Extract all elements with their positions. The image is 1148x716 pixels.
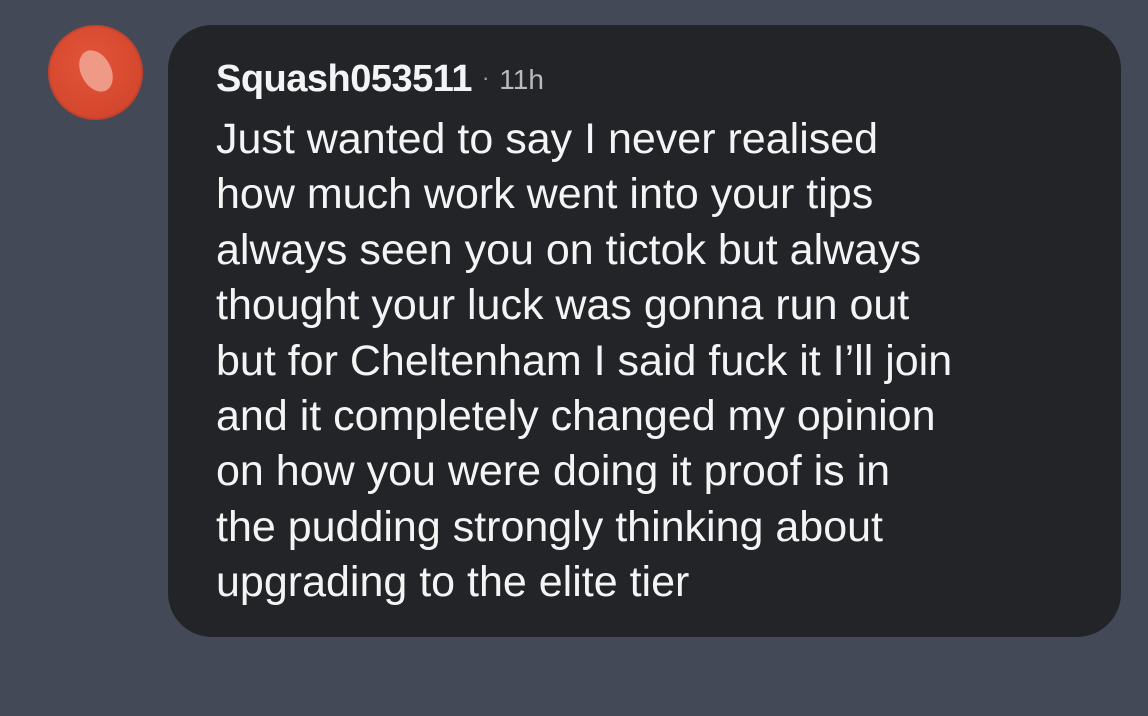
- comment-line: thought your luck was gonna run out: [216, 281, 910, 330]
- comment-line: and it completely changed my opinion: [216, 392, 936, 441]
- timestamp: 11h: [499, 64, 544, 95]
- username[interactable]: Squash053511: [216, 58, 472, 101]
- comment-line: on how you were doing it proof is in: [216, 447, 891, 496]
- comment-text: Just wanted to say I never realised how …: [216, 112, 1081, 611]
- user-avatar-icon[interactable]: [48, 25, 143, 120]
- avatar-mark: [72, 44, 120, 98]
- comment-line: the pudding strongly thinking about: [216, 502, 883, 551]
- comment-line: upgrading to the elite tier: [216, 558, 690, 607]
- comment-line: how much work went into your tips: [216, 170, 874, 219]
- comment-line: but for Cheltenham I said fuck it I’ll j…: [216, 336, 953, 385]
- comment-line: always seen you on tictok but always: [216, 225, 922, 274]
- meta-separator: ·: [481, 65, 490, 90]
- comment-line: Just wanted to say I never realised: [216, 115, 879, 163]
- comment-bubble: Squash053511 · 11h Just wanted to say I …: [168, 25, 1121, 637]
- comment-meta: Squash053511 · 11h: [216, 58, 1081, 108]
